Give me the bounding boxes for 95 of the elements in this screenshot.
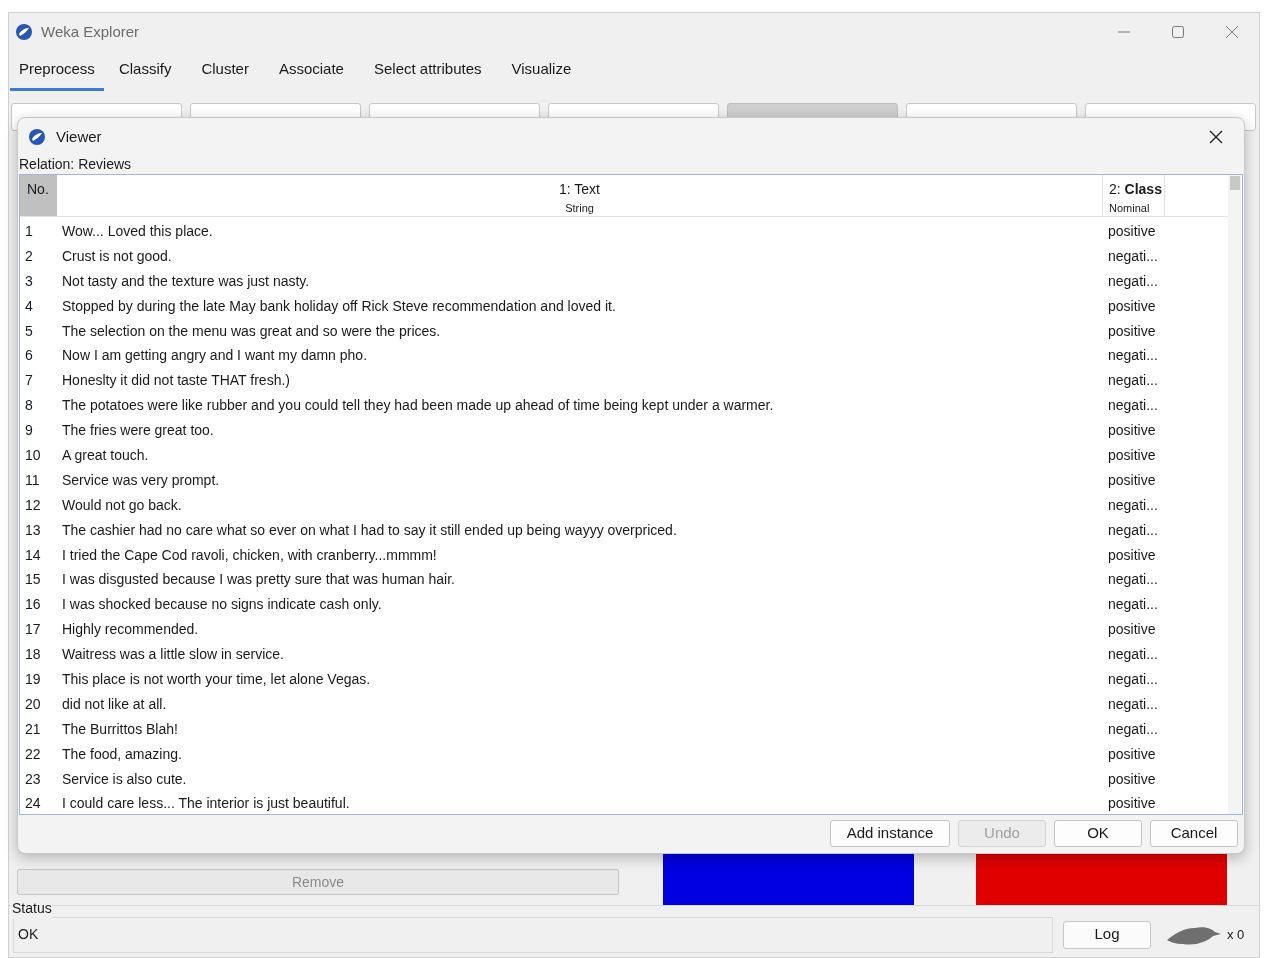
table-cell-text: negati... — [1107, 371, 1159, 391]
table-cell-text: 1 — [24, 221, 34, 241]
table-cell-text: Highly recommended. — [61, 620, 200, 640]
table-cell-text: negati... — [1107, 495, 1159, 515]
table-cell-text: Stopped by during the late May bank holiday off Rick Steve recommendation and loved it. — [61, 296, 617, 316]
table-cell-text: 21 — [24, 719, 42, 739]
table-cell-text: 14 — [24, 545, 42, 565]
table-cell-text: 13 — [24, 520, 42, 540]
table-cell-text: positive — [1107, 769, 1157, 789]
table-cell-text: negati... — [1107, 645, 1159, 665]
table-cell-text: 19 — [24, 669, 42, 689]
tab[interactable]: Select attributes — [358, 51, 497, 91]
table-cell-text: negati... — [1107, 694, 1159, 714]
column-header[interactable]: 2: Class Nominal — [1103, 175, 1165, 216]
table-cell-text: 22 — [24, 744, 42, 764]
table-cell-text: Wow... Loved this place. — [61, 221, 214, 241]
maximize-icon — [1171, 25, 1185, 39]
table-cell-text: 17 — [24, 620, 42, 640]
dialog-button[interactable]: Add instance — [830, 820, 950, 847]
relation-label: Relation: Reviews — [18, 155, 133, 174]
table-cell-text: Honeslty it did not taste THAT fresh.) — [61, 371, 291, 391]
table-cell-text: positive — [1107, 445, 1157, 465]
tab[interactable]: Associate — [263, 51, 359, 91]
dialog-button[interactable]: OK — [1054, 820, 1142, 847]
table-cell-text: negati... — [1107, 246, 1159, 266]
table-cell-text: The selection on the menu was great and so were the prices. — [61, 321, 442, 341]
close-icon — [1225, 25, 1239, 39]
table-cell-text: did not like at all. — [61, 694, 168, 714]
table-cell-text: Not tasty and the texture was just nasty. — [61, 271, 311, 291]
table-cell-text: positive — [1107, 421, 1157, 441]
table-cell-text: negati... — [1107, 570, 1159, 590]
table-cell-text: A great touch. — [61, 445, 150, 465]
table-cell-text: positive — [1107, 620, 1157, 640]
dialog-title: Viewer — [56, 126, 102, 147]
table-cell-text: I was shocked because no signs indicate cash only. — [61, 595, 383, 615]
table-cell-text: I tried the Cape Cod ravoli, chicken, with cranberry...mmmm! — [61, 545, 438, 565]
table-cell-text: negati... — [1107, 595, 1159, 615]
table-cell-text: 9 — [24, 421, 34, 441]
table-cell-text: negati... — [1107, 346, 1159, 366]
table-cell-text: The potatoes were like rubber and you could tell they had been made up ahead of time being kept under a warmer. — [61, 396, 775, 416]
table-cell-text: I could care less... The interior is just beautiful. — [61, 794, 351, 814]
table-cell-text: negati... — [1107, 520, 1159, 540]
table-cell-text: This place is not worth your time, let alone Vegas. — [61, 669, 372, 689]
table-cell-text: Crust is not good. — [61, 246, 173, 266]
table-cell-text: Service was very prompt. — [61, 470, 221, 490]
table-cell-text: positive — [1107, 744, 1157, 764]
table-cell-text: 7 — [24, 371, 34, 391]
table-cell-text: 10 — [24, 445, 42, 465]
window-title: Weka Explorer — [41, 21, 140, 42]
table-cell-text: positive — [1107, 794, 1157, 814]
table-cell-text: 5 — [24, 321, 34, 341]
table-cell-text: 12 — [24, 495, 42, 515]
table-cell-text: Now I am getting angry and I want my damn pho. — [61, 346, 369, 366]
table-cell-text: 16 — [24, 595, 42, 615]
column-header[interactable]: 1: Text String — [57, 175, 1103, 216]
instance-count: x 0 — [1227, 925, 1245, 944]
tab[interactable]: Cluster — [186, 51, 264, 91]
table-cell-text: 18 — [24, 645, 42, 665]
dialog-button[interactable]: Cancel — [1150, 820, 1238, 847]
tab[interactable]: Classify — [103, 51, 187, 91]
table-cell-text: positive — [1107, 296, 1157, 316]
scrollbar[interactable] — [1228, 175, 1242, 814]
table-cell-text: 23 — [24, 769, 42, 789]
app-logo-icon — [15, 23, 33, 41]
dialog-logo-icon — [28, 128, 46, 146]
table-cell-text: 6 — [24, 346, 34, 366]
table-cell-text: The Burrittos Blah! — [61, 719, 179, 739]
table-cell-text: positive — [1107, 470, 1157, 490]
table-cell-text: 2 — [24, 246, 34, 266]
log-button[interactable]: Log — [1063, 920, 1151, 949]
table-cell-text: negati... — [1107, 396, 1159, 416]
table-cell-text: negati... — [1107, 271, 1159, 291]
table-cell-text: negati... — [1107, 669, 1159, 689]
table-cell-text: The cashier had no care what so ever on what I had to say it still ended up being wayyy overpriced. — [61, 520, 678, 540]
column-header[interactable]: No. — [20, 175, 57, 216]
table-cell-text: positive — [1107, 545, 1157, 565]
table-cell-text: Would not go back. — [61, 495, 183, 515]
table-cell-text: The fries were great too. — [61, 421, 215, 441]
table-cell-text: 11 — [24, 470, 41, 490]
table-cell-text: 20 — [24, 694, 42, 714]
table-cell-text: Service is also cute. — [61, 769, 188, 789]
tab[interactable]: Visualize — [496, 51, 587, 91]
table-cell-text: positive — [1107, 321, 1157, 341]
table-cell-text: 15 — [24, 570, 42, 590]
close-icon — [1208, 129, 1224, 145]
table-cell-text: 24 — [24, 794, 42, 814]
table-cell-text: negati... — [1107, 719, 1159, 739]
table-cell-text: The food, amazing. — [61, 744, 183, 764]
table-cell-text: 3 — [24, 271, 34, 291]
table-cell-text: positive — [1107, 221, 1157, 241]
table-cell-text: Waitress was a little slow in service. — [61, 645, 285, 665]
status-message: OK — [18, 925, 39, 944]
table-cell-text: I was disgusted because I was pretty sure that was human hair. — [61, 570, 456, 590]
table-cell-text: 8 — [24, 396, 34, 416]
table-cell-text: 4 — [24, 296, 34, 316]
